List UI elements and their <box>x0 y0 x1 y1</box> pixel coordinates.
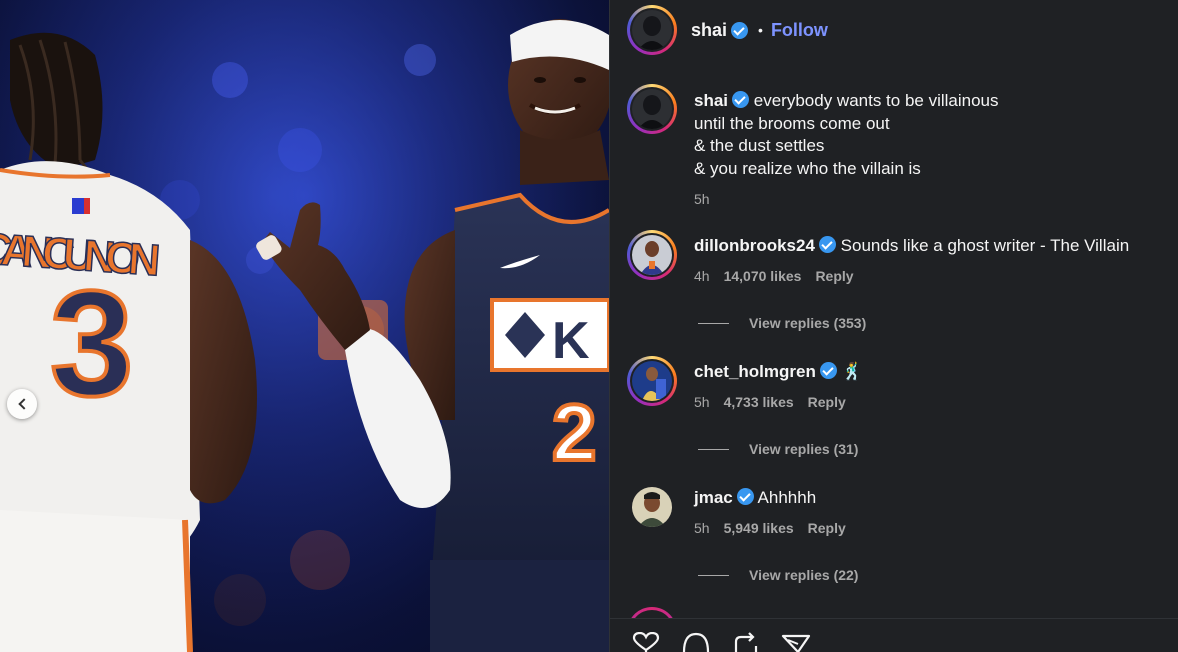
comment-text: Ahhhhh <box>757 488 817 507</box>
comment-username[interactable]: chet_holmgren <box>694 362 816 381</box>
svg-text:K: K <box>552 312 590 370</box>
comment-avatar-image <box>632 235 672 275</box>
view-replies-label: View replies (353) <box>749 315 867 331</box>
chevron-left-icon <box>17 398 30 410</box>
caption-avatar[interactable] <box>627 84 677 134</box>
replies-divider <box>698 574 729 576</box>
jersey-left-number: 3 <box>50 259 133 427</box>
comment-avatar-image <box>632 361 672 401</box>
replies-divider <box>698 448 729 450</box>
previous-photo-button[interactable] <box>7 389 37 419</box>
comment-item: jmac Ahhhhh 5h 5,949 likes Reply <box>627 482 846 536</box>
comment-likes[interactable]: 5,949 likes <box>724 520 794 536</box>
post-image[interactable]: CANCUN ON 3 K 2 <box>0 0 609 652</box>
verified-badge-icon <box>819 362 837 379</box>
separator-dot: • <box>758 22 763 38</box>
comment-icon <box>682 632 710 652</box>
post-photo-illustration: CANCUN ON 3 K 2 <box>0 0 609 652</box>
caption-line: & you realize who the villain is <box>694 158 921 178</box>
author-username[interactable]: shai <box>691 20 727 41</box>
caption-line: until the brooms come out <box>694 113 890 133</box>
verified-badge-icon <box>732 91 750 108</box>
view-replies-button[interactable]: View replies (31) <box>698 441 858 457</box>
view-replies-button[interactable]: View replies (22) <box>698 567 858 583</box>
comment-button[interactable] <box>681 622 711 652</box>
comment-likes[interactable]: 4,733 likes <box>724 394 794 410</box>
caption-timestamp[interactable]: 5h <box>694 191 710 207</box>
comment-avatar-image <box>632 487 672 527</box>
comment-likes[interactable]: 14,070 likes <box>724 268 802 284</box>
send-icon <box>781 634 811 652</box>
follow-button[interactable]: Follow <box>771 20 828 41</box>
comment-text: Sounds like a ghost writer - The Villain <box>840 236 1130 255</box>
author-avatar-image <box>632 10 672 50</box>
view-replies-button[interactable]: View replies (353) <box>698 315 866 331</box>
replies-divider <box>698 322 729 324</box>
comment-timestamp[interactable]: 5h <box>694 520 710 536</box>
post-sidebar: shai • Follow shai everybody wants to be… <box>609 0 1178 652</box>
verified-badge-icon <box>736 488 754 505</box>
jersey-right-logo: K <box>490 298 609 372</box>
like-button[interactable] <box>631 622 661 652</box>
send-button[interactable] <box>781 622 811 652</box>
post-header: shai • Follow <box>610 0 1178 60</box>
comment-timestamp[interactable]: 5h <box>694 394 710 410</box>
repost-button[interactable] <box>731 622 761 652</box>
comment-username[interactable]: dillonbrooks24 <box>694 236 815 255</box>
comment-text: 🕺 <box>841 362 863 381</box>
comment-item: chet_holmgren 🕺 5h 4,733 likes Reply <box>627 356 863 410</box>
verified-badge-icon <box>818 236 836 253</box>
comment-avatar[interactable] <box>627 482 677 532</box>
comment-item: dillonbrooks24 Sounds like a ghost write… <box>627 230 1129 284</box>
reply-button[interactable]: Reply <box>815 268 853 284</box>
jersey-right-number: 2 <box>552 388 597 477</box>
post-actions-bar <box>610 618 1178 652</box>
comment-username[interactable]: jmac <box>694 488 733 507</box>
post-caption: shai everybody wants to be villainous un… <box>627 84 999 211</box>
comment-avatar[interactable] <box>627 356 677 406</box>
comment-timestamp[interactable]: 4h <box>694 268 710 284</box>
caption-avatar-image <box>632 89 672 129</box>
view-replies-label: View replies (22) <box>749 567 859 583</box>
caption-line: & the dust settles <box>694 136 825 155</box>
share-icon <box>734 632 758 652</box>
view-replies-label: View replies (31) <box>749 441 859 457</box>
heart-icon <box>632 632 660 652</box>
caption-username[interactable]: shai <box>694 91 728 110</box>
comment-avatar[interactable] <box>627 230 677 280</box>
reply-button[interactable]: Reply <box>808 394 846 410</box>
verified-badge-icon <box>731 21 749 39</box>
reply-button[interactable]: Reply <box>808 520 846 536</box>
caption-line: everybody wants to be villainous <box>753 91 999 110</box>
author-avatar[interactable] <box>627 5 677 55</box>
